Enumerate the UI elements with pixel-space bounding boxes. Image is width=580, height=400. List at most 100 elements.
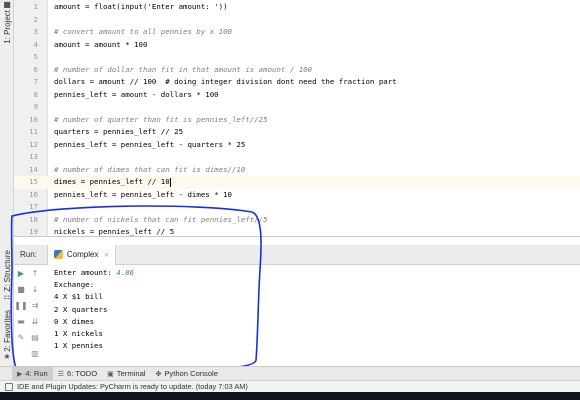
- os-taskbar: [0, 392, 580, 400]
- close-icon[interactable]: ×: [103, 251, 109, 259]
- line-number: 7: [33, 77, 38, 86]
- code-line[interactable]: 16 pennies_left = pennies_left - dimes * …: [14, 189, 580, 202]
- code-comment: # number of nickels that can fit pennies…: [54, 214, 268, 224]
- console-user-input: 4.86: [116, 268, 135, 277]
- code-editor[interactable]: 1 amount = float(input('Enter amount: '))…: [14, 0, 580, 236]
- console-line: Enter amount: 4.86: [54, 267, 574, 279]
- code-text: dimes = pennies_left // 10: [54, 177, 171, 187]
- python-icon: [53, 250, 63, 259]
- console-text: 0 X dimes: [54, 316, 95, 326]
- tool-tab-icon: ☰: [57, 370, 65, 378]
- code-line[interactable]: 10 # number of quarter than fit is pennie…: [14, 114, 580, 127]
- code-text: pennies_left = pennies_left - dimes * 10: [54, 189, 232, 199]
- code-line[interactable]: 1 amount = float(input('Enter amount: ')): [14, 1, 580, 14]
- tool-tab-terminal[interactable]: ▣ Terminal: [102, 367, 150, 381]
- tool-tab-4-run[interactable]: ▶ 4: Run: [12, 366, 53, 381]
- project-tool-tab[interactable]: ■ 1: Project: [0, 0, 14, 44]
- console-text: 1 X pennies: [54, 341, 103, 351]
- structure-icon: ⚏: [3, 291, 11, 301]
- run-header: Run: Complex ×: [14, 244, 580, 265]
- code-line[interactable]: 5: [14, 51, 580, 64]
- favorites-tool-tab[interactable]: 2: Favorites ★: [0, 310, 14, 362]
- line-number: 16: [29, 189, 38, 199]
- notification-icon[interactable]: [5, 382, 13, 391]
- tool-tab-6-todo[interactable]: ☰ 6: TODO: [53, 367, 102, 381]
- console-line: 4 X $1 bill: [54, 291, 574, 303]
- console-line: 0 X dimes: [54, 316, 574, 328]
- line-number: 1: [33, 2, 38, 11]
- console-line: 2 X quarters: [54, 304, 574, 316]
- code-text: pennies_left = amount - dollars * 100: [54, 89, 219, 99]
- code-line[interactable]: 14 # number of dimes that can fit is dime…: [14, 164, 580, 177]
- line-number: 19: [29, 227, 38, 236]
- print-icon[interactable]: ▤: [29, 329, 41, 345]
- code-text: amount = float(input('Enter amount: ')): [54, 2, 228, 11]
- status-text[interactable]: IDE and Plugin Updates: PyCharm is ready…: [17, 382, 248, 391]
- code-comment: # number of dollar than fit in that amou…: [54, 64, 313, 74]
- up-arrow-icon[interactable]: ↑: [29, 265, 41, 281]
- console-text: Exchange:: [54, 280, 95, 290]
- tool-tab-label: 4: Run: [25, 369, 48, 378]
- console-text: 2 X quarters: [54, 304, 108, 314]
- code-line[interactable]: 8 pennies_left = amount - dollars * 100: [14, 89, 580, 102]
- console-line: Exchange:: [54, 279, 574, 291]
- text-caret: [169, 177, 171, 187]
- scroll-to-end-icon[interactable]: ⇊: [29, 313, 41, 329]
- line-number: 12: [29, 139, 38, 149]
- line-number: 5: [33, 52, 38, 61]
- star-icon: ★: [3, 351, 11, 361]
- tool-tab-python-console[interactable]: ✤ Python Console: [150, 367, 223, 381]
- structure-tool-tab[interactable]: Z: Structure ⚏: [0, 250, 14, 302]
- run-panel: Run: Complex × ▶ ■ ❚❚ ▬ ✎ ↑ ↓ ⇉ ⇊ ▤ ▥ En…: [14, 236, 580, 375]
- favorites-tab-label: 2: Favorites: [2, 310, 12, 352]
- project-folder-icon: ■: [3, 0, 11, 9]
- code-line[interactable]: 4 amount = amount * 100: [14, 39, 580, 52]
- code-line[interactable]: 12 pennies_left = pennies_left - quarters…: [14, 139, 580, 152]
- console-text: 4 X $1 bill: [54, 292, 103, 302]
- soft-wrap-icon[interactable]: ⇉: [29, 297, 41, 313]
- code-line[interactable]: 11 quarters = pennies_left // 25: [14, 126, 580, 139]
- line-number: 2: [33, 14, 38, 24]
- line-number: 17: [29, 202, 38, 211]
- code-text: dollars = amount // 100 # doing integer …: [54, 77, 397, 86]
- code-line[interactable]: 7 dollars = amount // 100 # doing integer…: [14, 76, 580, 89]
- pin-icon[interactable]: ✎: [15, 329, 27, 345]
- code-line[interactable]: 19 nickels = pennies_left // 5: [14, 226, 580, 236]
- code-line[interactable]: 13: [14, 151, 580, 164]
- code-line[interactable]: 15 dimes = pennies_left // 10: [14, 176, 580, 189]
- line-number: 4: [33, 39, 38, 49]
- console-output[interactable]: Enter amount: 4.86 Exchange: 4 X $1 bill 2 …: [54, 267, 574, 377]
- code-line[interactable]: 6 # number of dollar than fit in that amo…: [14, 64, 580, 77]
- code-line[interactable]: 17: [14, 201, 580, 214]
- code-text: pennies_left = pennies_left - quarters *…: [54, 139, 246, 149]
- project-tab-label: 1: Project: [2, 10, 12, 44]
- rerun-button[interactable]: ▶: [15, 265, 27, 281]
- code-line[interactable]: 18 # number of nickels that can fit penni…: [14, 214, 580, 227]
- tool-tab-icon: ✤: [155, 370, 162, 378]
- structure-tab-label: Z: Structure: [2, 250, 12, 292]
- line-number: 9: [33, 102, 38, 111]
- left-tool-strip: ■ 1: Project Z: Structure ⚏ 2: Favorites…: [0, 0, 14, 366]
- line-number: 13: [29, 152, 38, 161]
- line-number: 11: [29, 127, 38, 136]
- line-number: 6: [33, 64, 38, 74]
- line-number: 15: [29, 177, 38, 186]
- code-line[interactable]: 9: [14, 101, 580, 114]
- code-line[interactable]: 2: [14, 14, 580, 27]
- console-line: 1 X pennies: [54, 340, 574, 352]
- tool-tab-label: Python Console: [164, 369, 218, 378]
- stop-button[interactable]: ■: [15, 281, 27, 297]
- console-line: [54, 352, 574, 364]
- trash-icon[interactable]: ▥: [29, 345, 41, 361]
- tool-window-bar: ▶ 4: Run ☰ 6: TODO ▣ Terminal ✤ Python Console: [0, 366, 580, 381]
- line-number: 14: [29, 164, 38, 174]
- pause-button[interactable]: ❚❚: [14, 297, 27, 313]
- code-line[interactable]: 3 # convert amount to all pennies by x 10…: [14, 26, 580, 39]
- run-config-tab[interactable]: Complex ×: [46, 244, 117, 265]
- run-toolbar-right: ↑ ↓ ⇉ ⇊ ▤ ▥: [28, 265, 42, 361]
- line-number: 3: [33, 27, 38, 36]
- layout-button[interactable]: ▬: [15, 313, 27, 329]
- down-arrow-icon[interactable]: ↓: [29, 281, 41, 297]
- code-comment: # number of dimes that can fit is dimes/…: [54, 164, 246, 174]
